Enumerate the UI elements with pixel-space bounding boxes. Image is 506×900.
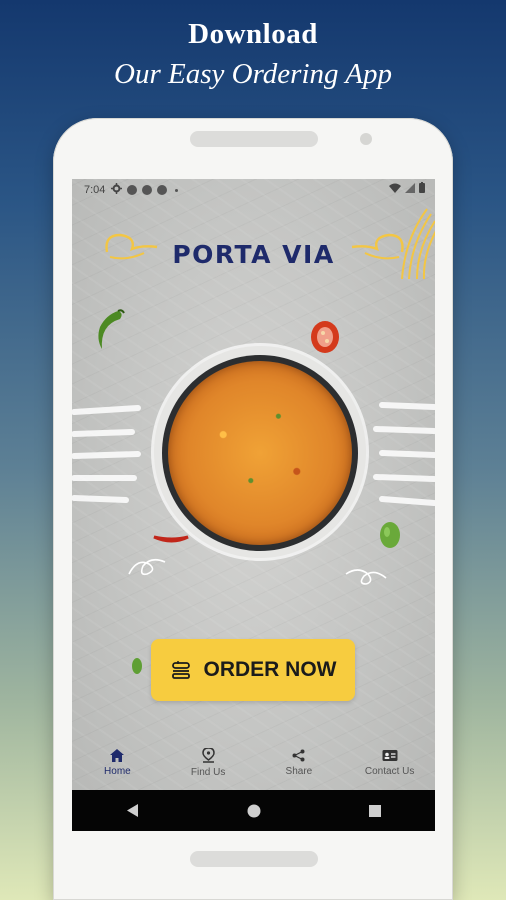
gear-icon — [111, 183, 123, 197]
order-now-button[interactable]: ORDER NOW — [151, 639, 355, 701]
app-screen: 7:04 PORTA VIA ORDER NOW Home Find Us Sh… — [72, 179, 435, 831]
home-icon — [110, 749, 125, 762]
order-now-label: ORDER NOW — [203, 658, 337, 681]
burger-icon — [171, 661, 190, 679]
bottom-speaker — [190, 851, 318, 867]
nav-item-home[interactable]: Home — [72, 736, 163, 790]
nav-label-share: Share — [285, 766, 313, 777]
notification-dot-icon — [142, 185, 153, 195]
home-circle-icon — [247, 804, 260, 817]
phone-frame: 7:04 PORTA VIA ORDER NOW Home Find Us Sh… — [53, 118, 453, 900]
small-pepper-decoration — [132, 658, 142, 674]
recents-button[interactable] — [355, 796, 395, 826]
contact-card-icon — [382, 750, 398, 761]
status-icons — [389, 182, 425, 193]
pizza-image — [168, 361, 352, 545]
tomato-slice-decoration — [311, 321, 339, 353]
nav-item-find-us[interactable]: Find Us — [163, 736, 254, 790]
notification-dot-icon — [157, 185, 168, 195]
left-stripes-decoration — [72, 405, 141, 503]
nav-label-find-us: Find Us — [190, 767, 226, 778]
nav-item-contact-us[interactable]: Contact Us — [344, 736, 435, 790]
battery-icon — [419, 182, 425, 193]
nav-label-contact-us: Contact Us — [364, 766, 415, 777]
promo-headline: Download — [188, 18, 318, 50]
wifi-icon — [389, 183, 401, 193]
recents-square-icon — [368, 804, 381, 817]
right-stripes-decoration — [373, 402, 435, 506]
home-system-button[interactable] — [234, 796, 274, 826]
nav-label-home: Home — [104, 766, 131, 777]
promo-subheadline: Our Easy Ordering App — [114, 58, 392, 90]
green-pepper-decoration — [380, 522, 400, 548]
nav-item-share[interactable]: Share — [254, 736, 345, 790]
jalapeno-decoration — [98, 309, 125, 349]
right-swirl-decoration — [345, 569, 387, 585]
signal-icon — [405, 182, 415, 193]
back-triangle-icon — [126, 804, 138, 817]
status-bar: 7:04 — [72, 179, 435, 201]
bottom-navigation: Home Find Us Share Contact Us — [72, 736, 435, 790]
status-time: 7:04 — [84, 184, 106, 196]
earpiece — [190, 131, 318, 147]
notification-dot-icon — [127, 185, 138, 195]
system-navigation-bar — [72, 790, 435, 831]
front-camera — [360, 133, 372, 145]
share-icon — [292, 749, 305, 762]
more-notifications-icon — [175, 188, 179, 192]
chili-decoration — [153, 535, 189, 543]
location-pin-icon — [201, 748, 215, 763]
back-button[interactable] — [113, 796, 153, 826]
left-swirl-decoration — [128, 558, 166, 576]
brand-logo-text: PORTA VIA — [172, 240, 335, 269]
